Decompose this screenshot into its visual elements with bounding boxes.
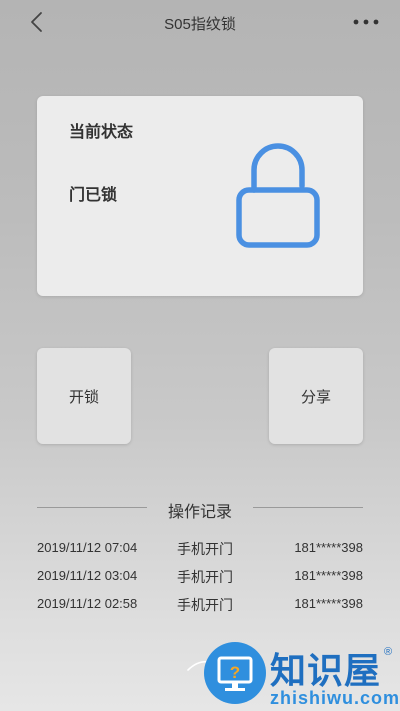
divider-right — [253, 507, 363, 508]
record-method: 手机开门 — [177, 569, 233, 585]
records-list: 2019/11/12 07:04 手机开门 181*****398 2019/1… — [37, 538, 363, 622]
watermark-url: zhishiwu.com — [270, 688, 400, 708]
lock-icon — [236, 143, 320, 248]
record-time: 2019/11/12 07:04 — [37, 540, 138, 555]
status-value: 门已锁 — [69, 187, 118, 204]
monitor-question-icon: ? — [217, 656, 253, 691]
watermark-name: 知识屋 — [270, 650, 382, 691]
record-method: 手机开门 — [177, 541, 233, 557]
share-button[interactable]: 分享 — [269, 348, 363, 444]
svg-text:?: ? — [230, 663, 240, 682]
record-row: 2019/11/12 07:04 手机开门 181*****398 — [37, 538, 363, 566]
more-horizontal-icon — [353, 19, 379, 25]
watermark-registered: ® — [384, 646, 393, 658]
records-title: 操作记录 — [167, 504, 232, 521]
record-time: 2019/11/12 03:04 — [37, 568, 138, 583]
page-title: S05指纹锁 — [164, 16, 236, 33]
record-row: 2019/11/12 02:58 手机开门 181*****398 — [37, 594, 363, 622]
record-row: 2019/11/12 03:04 手机开门 181*****398 — [37, 566, 363, 594]
nav-bar: S05指纹锁 — [0, 0, 400, 46]
status-label: 当前状态 — [69, 124, 134, 141]
unlock-button[interactable]: 开锁 — [37, 348, 131, 444]
record-phone: 181*****398 — [294, 568, 363, 583]
records-header: 操作记录 — [37, 496, 363, 521]
watermark-logo: ? — [204, 642, 266, 704]
record-phone: 181*****398 — [294, 596, 363, 611]
record-time: 2019/11/12 02:58 — [37, 596, 138, 611]
more-button[interactable] — [350, 12, 382, 32]
record-method: 手机开门 — [177, 597, 233, 613]
record-phone: 181*****398 — [294, 540, 363, 555]
status-card: 当前状态 门已锁 — [37, 96, 363, 296]
